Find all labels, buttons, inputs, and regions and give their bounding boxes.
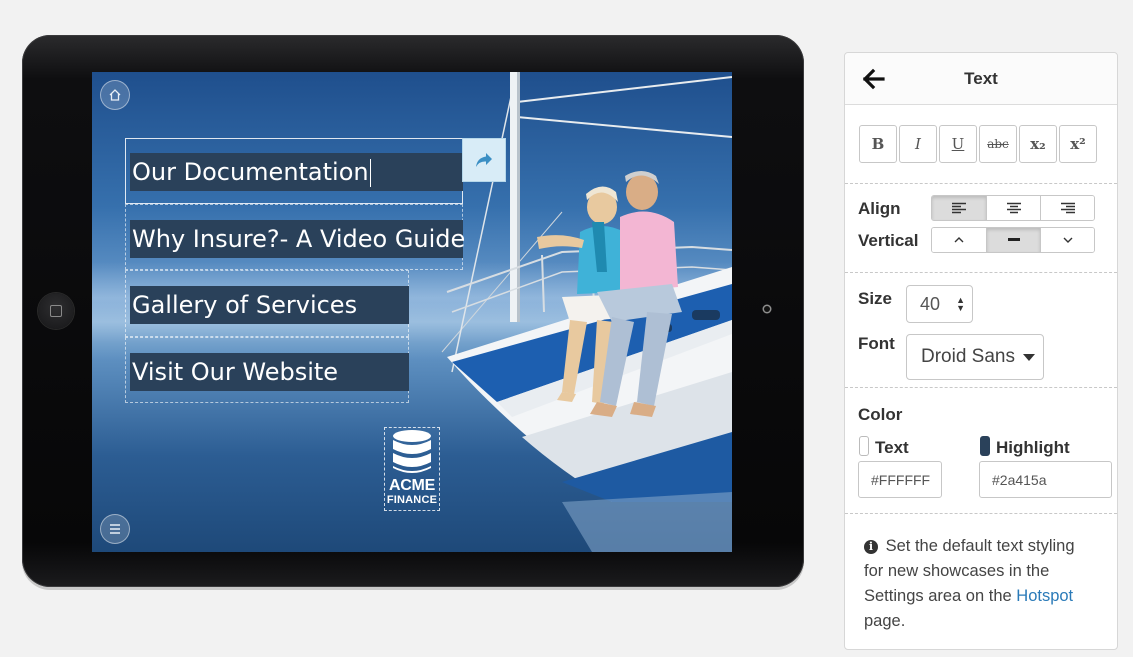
align-left-icon: [952, 202, 966, 214]
size-font-section: Size 40 ▲ ▼ Font Droid Sans: [845, 273, 1117, 388]
color-label: Color: [858, 405, 903, 424]
dash-icon: [1007, 238, 1020, 241]
highlight-color-swatch[interactable]: [980, 436, 990, 456]
text-color-swatch[interactable]: [859, 436, 869, 456]
size-label: Size: [858, 289, 893, 308]
text-cursor: [369, 159, 372, 187]
highlight-color-label: Highlight: [996, 438, 1070, 457]
hotspot-link[interactable]: Hotspot: [1016, 587, 1073, 605]
vertical-middle-button[interactable]: [986, 228, 1040, 252]
caret-down-icon: [1023, 354, 1035, 361]
text-color-input[interactable]: [858, 461, 942, 498]
alignment-section: Align Vertical: [845, 184, 1117, 273]
strikethrough-button[interactable]: abc: [979, 125, 1017, 163]
superscript-button[interactable]: x²: [1059, 125, 1097, 163]
panel-header: Text: [845, 53, 1117, 105]
info-icon: i: [864, 540, 878, 554]
tablet-frame: Our Documentation Why Insure?- A Video G…: [22, 35, 804, 587]
info-text: i Set the default text styling for new s…: [864, 534, 1096, 634]
menu-item-gallery[interactable]: Gallery of Services: [125, 270, 409, 337]
subscript-button[interactable]: x₂: [1019, 125, 1057, 163]
home-icon[interactable]: [100, 80, 130, 110]
bold-button[interactable]: B: [859, 125, 897, 163]
format-section: B I U abc x₂ x²: [845, 105, 1117, 184]
chevron-down-icon: [1063, 237, 1072, 243]
font-label: Font: [858, 334, 895, 353]
underline-button[interactable]: U: [939, 125, 977, 163]
align-center-button[interactable]: [986, 196, 1040, 220]
align-right-icon: [1060, 202, 1075, 214]
align-center-icon: [1006, 202, 1021, 214]
acme-finance-logo[interactable]: ACME FINANCE: [384, 427, 440, 511]
chevron-up-icon: [954, 237, 964, 243]
menu-item-documentation[interactable]: Our Documentation: [125, 138, 463, 204]
vertical-align-control: [931, 227, 1095, 253]
menu-item-label: Gallery of Services: [130, 286, 409, 324]
link-action-button[interactable]: [462, 138, 506, 182]
align-right-button[interactable]: [1040, 196, 1094, 220]
info-text-end: page.: [864, 612, 906, 630]
vertical-label: Vertical: [858, 231, 919, 250]
font-value: Droid Sans: [921, 346, 1015, 367]
text-style-panel: Text B I U abc x₂ x² Align Vertical Size…: [844, 52, 1118, 650]
align-label: Align: [858, 199, 901, 218]
highlight-color-input[interactable]: [979, 461, 1112, 498]
tablet-home-button: [38, 293, 74, 329]
logo-subtext: FINANCE: [386, 494, 438, 506]
menu-icon[interactable]: [100, 514, 130, 544]
tablet-camera: [764, 306, 770, 312]
size-stepper[interactable]: 40 ▲ ▼: [906, 285, 973, 323]
menu-item-label: Why Insure?- A Video Guide: [130, 220, 465, 258]
menu-item-label: Visit Our Website: [130, 353, 409, 391]
size-value: 40: [920, 294, 941, 314]
align-control: [931, 195, 1095, 221]
menu-item-label[interactable]: Our Documentation: [130, 153, 463, 191]
color-section: Color Text Highlight: [845, 388, 1117, 514]
share-arrow-icon: [476, 153, 492, 167]
vertical-top-button[interactable]: [932, 228, 986, 252]
vertical-bottom-button[interactable]: [1040, 228, 1094, 252]
menu-item-website[interactable]: Visit Our Website: [125, 337, 409, 403]
stepper-arrows-icon[interactable]: ▲ ▼: [956, 296, 965, 313]
font-select[interactable]: Droid Sans: [906, 334, 1044, 380]
align-left-button[interactable]: [932, 196, 986, 220]
database-icon: [393, 430, 431, 473]
text-color-label: Text: [875, 438, 909, 457]
menu-item-video-guide[interactable]: Why Insure?- A Video Guide: [125, 204, 465, 270]
showcase-canvas[interactable]: Our Documentation Why Insure?- A Video G…: [92, 72, 732, 552]
logo-text: ACME: [389, 477, 435, 494]
panel-title: Text: [964, 69, 998, 88]
info-section: i Set the default text styling for new s…: [845, 514, 1117, 644]
italic-button[interactable]: I: [899, 125, 937, 163]
menu-item-text: Our Documentation: [132, 158, 369, 186]
